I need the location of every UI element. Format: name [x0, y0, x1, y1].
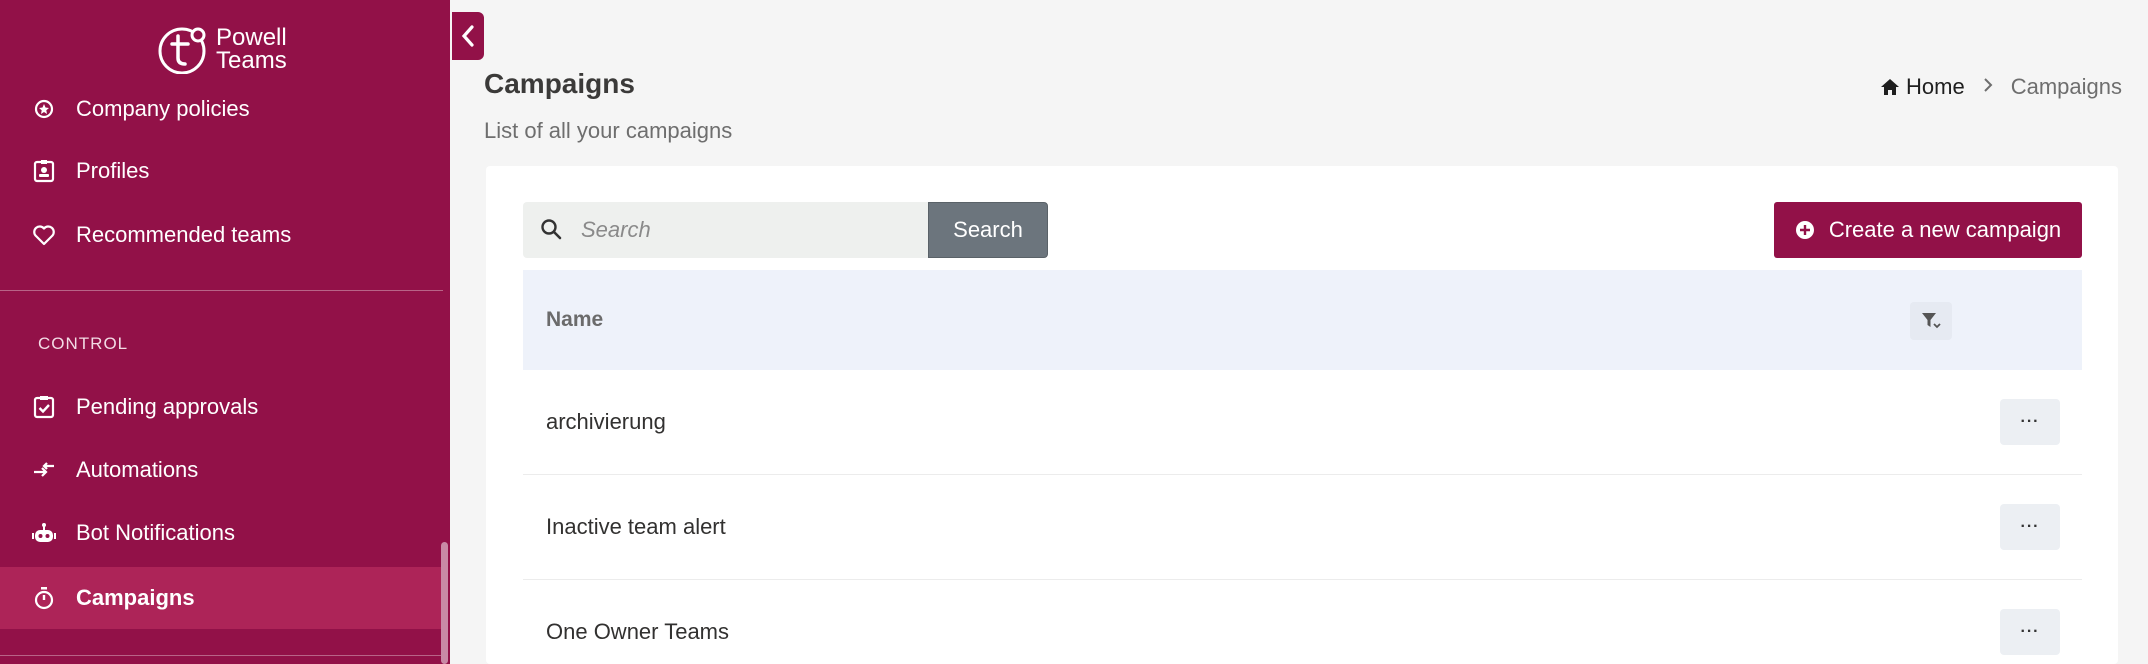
sidebar: Powell Teams Company policies Profiles R… [0, 0, 450, 664]
row-actions-button[interactable]: ··· [2000, 504, 2060, 550]
sidebar-divider [0, 290, 443, 291]
logo-line2: Teams [216, 47, 287, 74]
robot-icon [32, 521, 56, 545]
sidebar-section-control: CONTROL [38, 334, 129, 353]
breadcrumb-home[interactable]: Home [1880, 74, 1965, 100]
breadcrumb-current: Campaigns [2010, 74, 2122, 99]
clipboard-check-icon [32, 395, 56, 419]
sidebar-item-label: Company policies [76, 96, 250, 121]
sidebar-item-profiles[interactable]: Profiles [0, 140, 443, 202]
table-header: Name [523, 270, 2082, 370]
sidebar-item-label: Campaigns [76, 585, 195, 610]
breadcrumb: Home Campaigns [1880, 74, 2122, 100]
filter-button[interactable] [1910, 302, 1952, 340]
campaign-name[interactable]: Inactive team alert [546, 514, 726, 540]
chevron-left-icon [461, 25, 474, 47]
create-campaign-button[interactable]: Create a new campaign [1774, 202, 2082, 258]
search-icon [539, 217, 565, 243]
sidebar-item-pending-approvals[interactable]: Pending approvals [0, 376, 443, 438]
heart-icon [32, 223, 56, 247]
campaigns-card: Search Create a new campaign Name archiv… [486, 166, 2118, 664]
sidebar-item-label: Bot Notifications [76, 520, 235, 545]
plus-circle-icon [1795, 220, 1815, 240]
sidebar-item-label: Pending approvals [76, 394, 259, 419]
collapse-sidebar-button[interactable] [452, 12, 484, 60]
sidebar-scrollbar[interactable] [441, 542, 448, 664]
stopwatch-icon [32, 586, 56, 610]
search-input[interactable] [581, 217, 881, 243]
sidebar-item-bot-notifications[interactable]: Bot Notifications [0, 502, 443, 564]
row-actions-button[interactable]: ··· [2000, 399, 2060, 445]
chevron-right-icon [1983, 77, 1993, 98]
logo-text: Powell Teams [216, 24, 287, 74]
campaign-name[interactable]: archivierung [546, 409, 666, 435]
home-icon [1880, 77, 1900, 97]
search-button[interactable]: Search [928, 202, 1048, 258]
sidebar-divider [0, 655, 443, 656]
sidebar-item-label: Automations [76, 457, 199, 482]
powell-logo-icon [158, 24, 208, 75]
page-title: Campaigns [484, 68, 635, 99]
app-logo[interactable]: Powell Teams [158, 24, 287, 75]
sidebar-item-campaigns[interactable]: Campaigns [0, 567, 443, 629]
badge-star-icon [32, 97, 56, 121]
filter-icon [1922, 313, 1941, 329]
campaign-name[interactable]: One Owner Teams [546, 619, 729, 645]
sidebar-item-company-policies[interactable]: Company policies [0, 78, 443, 140]
sidebar-item-label: Recommended teams [76, 222, 292, 247]
sidebar-item-automations[interactable]: Automations [0, 439, 443, 501]
arrows-exchange-icon [32, 458, 56, 482]
logo-line1: Powell [216, 24, 287, 51]
table-row[interactable]: One Owner Teams ··· [523, 580, 2082, 664]
campaigns-table: Name archivierung ··· Inactive team aler… [523, 270, 2082, 664]
breadcrumb-home-label: Home [1906, 74, 1965, 99]
page-subtitle: List of all your campaigns [484, 118, 733, 143]
sidebar-item-label: Profiles [76, 158, 150, 183]
search-field[interactable] [523, 202, 928, 258]
sidebar-item-recommended-teams[interactable]: Recommended teams [0, 204, 443, 266]
contact-card-icon [32, 159, 56, 183]
create-campaign-label: Create a new campaign [1828, 217, 2062, 242]
column-header-name[interactable]: Name [546, 308, 603, 332]
table-row[interactable]: Inactive team alert ··· [523, 475, 2082, 580]
row-actions-button[interactable]: ··· [2000, 609, 2060, 655]
table-row[interactable]: archivierung ··· [523, 370, 2082, 475]
